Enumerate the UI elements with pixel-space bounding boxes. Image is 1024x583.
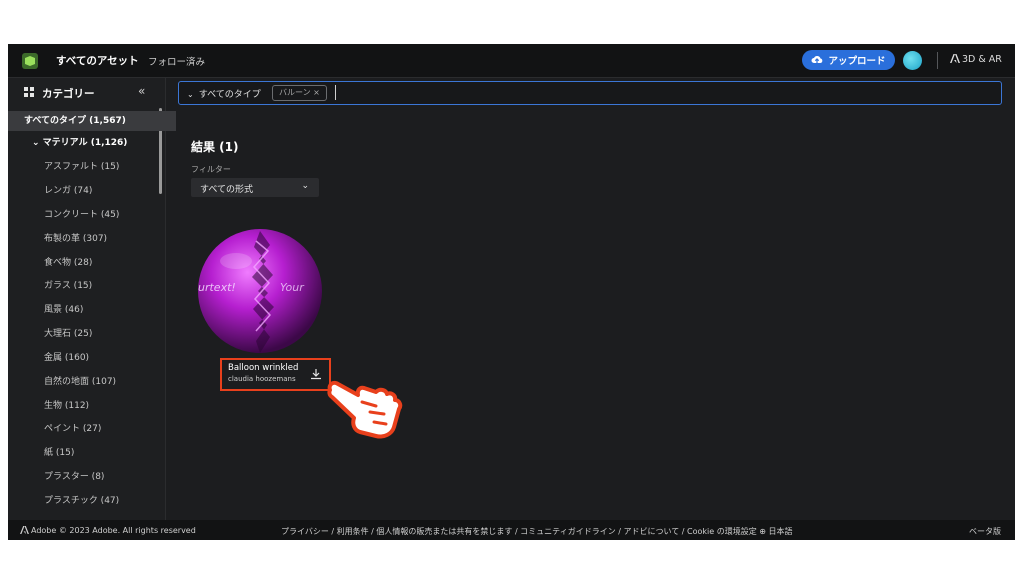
asset-thumbnail[interactable]: urtext! Your	[196, 227, 324, 355]
type-dropdown-label: すべてのタイプ	[198, 90, 261, 100]
substance-logo-icon[interactable]	[22, 53, 38, 69]
category-title: カテゴリー	[42, 88, 95, 100]
footer-copyright: Adobe © 2023 Adobe. All rights reserved	[20, 526, 196, 535]
category-natural-ground[interactable]: 自然の地面 (107)	[8, 372, 196, 392]
3d-ar-label: 3D & AR	[962, 54, 1002, 65]
category-brick[interactable]: レンガ (74)	[8, 181, 196, 201]
category-glass[interactable]: ガラス (15)	[8, 276, 196, 296]
type-dropdown[interactable]: ⌄ すべてのタイプ	[187, 87, 261, 100]
category-paper[interactable]: 紙 (15)	[8, 443, 196, 463]
category-marble[interactable]: 大理石 (25)	[8, 324, 196, 344]
category-all-types[interactable]: すべてのタイプ (1,567)	[8, 111, 176, 131]
footer-links[interactable]: プライバシー / 利用条件 / 個人情報の販売または共有を禁じます / コミュニ…	[281, 526, 793, 537]
category-asphalt[interactable]: アスファルト (15)	[8, 157, 196, 177]
cloud-upload-icon	[811, 56, 823, 64]
search-filter-bar[interactable]: ⌄ すべてのタイプ バルーン ×	[178, 81, 1002, 105]
divider	[937, 52, 938, 69]
filter-tag-balloon[interactable]: バルーン ×	[272, 85, 327, 101]
footer-copyright-text: Adobe © 2023 Adobe. All rights reserved	[31, 526, 196, 535]
footer: Adobe © 2023 Adobe. All rights reserved …	[8, 520, 1015, 540]
upload-button[interactable]: アップロード	[802, 50, 895, 70]
category-materials[interactable]: ⌄ マテリアル (1,126)	[8, 133, 184, 153]
category-paint[interactable]: ペイント (27)	[8, 419, 196, 439]
category-food[interactable]: 食べ物 (28)	[8, 253, 196, 273]
nav-following[interactable]: フォロー済み	[148, 54, 205, 68]
3d-ar-link[interactable]: 3D & AR	[950, 54, 1002, 65]
texture-text-left: urtext!	[198, 281, 236, 294]
nav-all-assets[interactable]: すべてのアセット	[56, 53, 139, 68]
category-concrete[interactable]: コンクリート (45)	[8, 205, 196, 225]
category-plastic[interactable]: プラスチック (47)	[8, 491, 196, 511]
chevron-down-icon: ⌄	[301, 181, 309, 191]
category-header: カテゴリー «	[8, 78, 165, 108]
format-select-label: すべての形式	[200, 185, 254, 195]
app-window: すべてのアセット フォロー済み アップロード 3D & AR カテゴリー « す…	[8, 44, 1015, 540]
format-select[interactable]: すべての形式 ⌄	[191, 178, 319, 197]
category-plaster[interactable]: プラスター (8)	[8, 467, 196, 487]
texture-text-right: Your	[280, 281, 305, 294]
category-metal[interactable]: 金属 (160)	[8, 348, 196, 368]
avatar[interactable]	[903, 51, 922, 70]
asset-name: Balloon wrinkled	[228, 363, 299, 373]
grid-icon	[24, 87, 34, 97]
collapse-sidebar-icon[interactable]: «	[138, 84, 145, 98]
category-sidebar: カテゴリー « すべてのタイプ (1,567) ⌄ マテリアル (1,126) …	[8, 78, 176, 540]
upload-label: アップロード	[828, 56, 886, 67]
top-bar: すべてのアセット フォロー済み アップロード 3D & AR	[8, 44, 1015, 78]
adobe-logo-icon	[950, 54, 960, 63]
filter-label: フィルター	[191, 165, 231, 174]
category-organic[interactable]: 生物 (112)	[8, 396, 196, 416]
download-icon[interactable]	[310, 365, 322, 384]
pointing-hand-icon	[324, 372, 406, 446]
category-landscape[interactable]: 風景 (46)	[8, 300, 196, 320]
category-fabric-leather[interactable]: 布製の革 (307)	[8, 229, 196, 249]
text-cursor	[335, 85, 336, 100]
adobe-logo-icon	[20, 526, 29, 534]
asset-author: claudia hoozemans	[228, 375, 296, 383]
results-title: 結果 (1)	[191, 140, 239, 154]
beta-label: ベータ版	[969, 527, 1001, 536]
asset-card-info[interactable]: Balloon wrinkled claudia hoozemans	[220, 358, 331, 391]
chevron-down-icon: ⌄	[187, 90, 194, 99]
